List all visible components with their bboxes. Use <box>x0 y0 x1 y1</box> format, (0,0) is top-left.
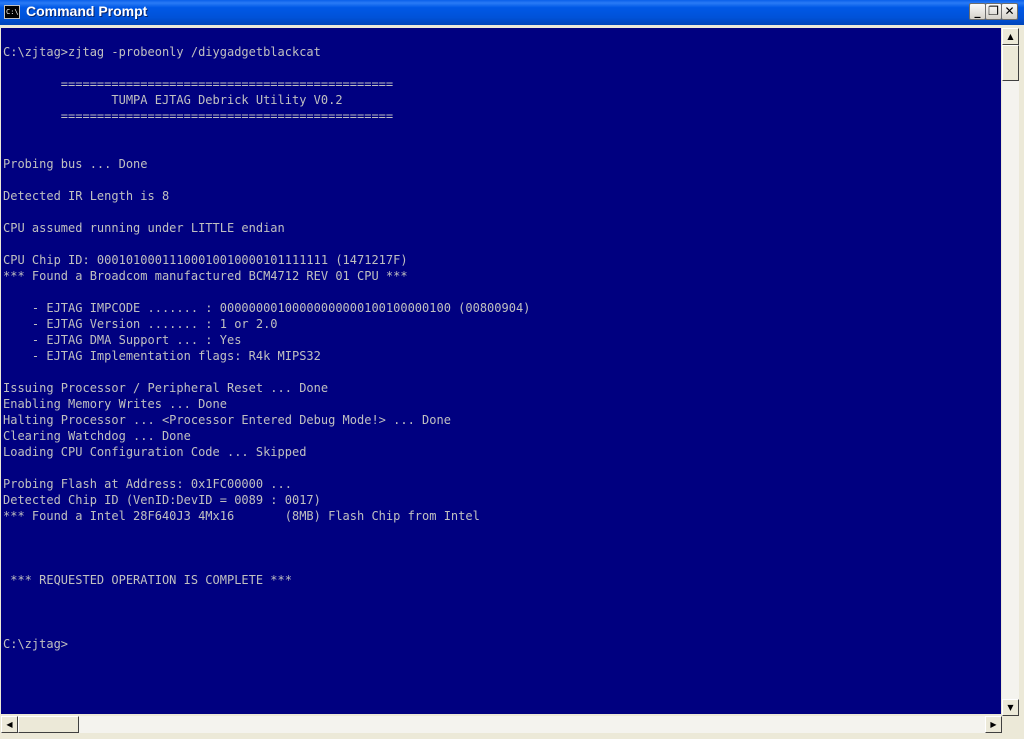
vertical-scrollbar[interactable]: ▲ ▼ <box>1002 28 1019 716</box>
console-line: ========================================… <box>3 77 394 91</box>
close-button[interactable]: ✕ <box>1001 3 1018 20</box>
scroll-left-button[interactable]: ◀ <box>1 716 18 733</box>
command-prompt-icon[interactable]: C:\ <box>4 5 20 19</box>
console-line: - EJTAG DMA Support ... : Yes <box>3 333 242 347</box>
console-line: *** Found a Intel 28F640J3 4Mx16 (8MB) F… <box>3 509 480 523</box>
console-line: - EJTAG Version ....... : 1 or 2.0 <box>3 317 278 331</box>
minimize-button[interactable]: _ <box>969 3 986 20</box>
console-line: Detected IR Length is 8 <box>3 189 170 203</box>
scroll-up-button[interactable]: ▲ <box>1002 28 1019 45</box>
console-line: - EJTAG IMPCODE ....... : 00000000100000… <box>3 301 531 315</box>
console-line: *** REQUESTED OPERATION IS COMPLETE *** <box>3 573 292 587</box>
console-output[interactable]: C:\zjtag>zjtag -probeonly /diygadgetblac… <box>1 28 1001 714</box>
console-line: CPU assumed running under LITTLE endian <box>3 221 285 235</box>
vertical-scroll-thumb[interactable] <box>1002 45 1019 81</box>
scroll-right-button[interactable]: ▶ <box>985 716 1002 733</box>
console-line: Loading CPU Configuration Code ... Skipp… <box>3 445 307 459</box>
console-line: Halting Processor ... <Processor Entered… <box>3 413 451 427</box>
console-line: C:\zjtag> <box>3 637 69 651</box>
console-line: Issuing Processor / Peripheral Reset ...… <box>3 381 329 395</box>
window-title: Command Prompt <box>26 3 148 19</box>
console-line: Clearing Watchdog ... Done <box>3 429 191 443</box>
console-line: TUMPA EJTAG Debrick Utility V0.2 <box>3 93 343 107</box>
console-line: CPU Chip ID: 000101000111000100100001011… <box>3 253 408 267</box>
size-grip[interactable] <box>1002 716 1019 733</box>
window-frame <box>1019 25 1024 739</box>
console-line: Detected Chip ID (VenID:DevID = 0089 : 0… <box>3 493 321 507</box>
title-bar[interactable]: C:\ Command Prompt _ ❐ ✕ <box>0 0 1024 25</box>
console-line: - EJTAG Implementation flags: R4k MIPS32 <box>3 349 321 363</box>
scroll-down-button[interactable]: ▼ <box>1002 699 1019 716</box>
console-line: Probing bus ... Done <box>3 157 148 171</box>
restore-button[interactable]: ❐ <box>985 3 1002 20</box>
console-line: C:\zjtag>zjtag -probeonly /diygadgetblac… <box>3 45 321 59</box>
horizontal-scroll-thumb[interactable] <box>18 716 79 733</box>
console-line: ========================================… <box>3 109 394 123</box>
console-line: *** Found a Broadcom manufactured BCM471… <box>3 269 408 283</box>
horizontal-scrollbar[interactable]: ◀ ▶ <box>1 716 1002 733</box>
console-line: Enabling Memory Writes ... Done <box>3 397 227 411</box>
console-text: C:\zjtag>zjtag -probeonly /diygadgetblac… <box>1 28 1001 652</box>
console-line: Probing Flash at Address: 0x1FC00000 ... <box>3 477 292 491</box>
